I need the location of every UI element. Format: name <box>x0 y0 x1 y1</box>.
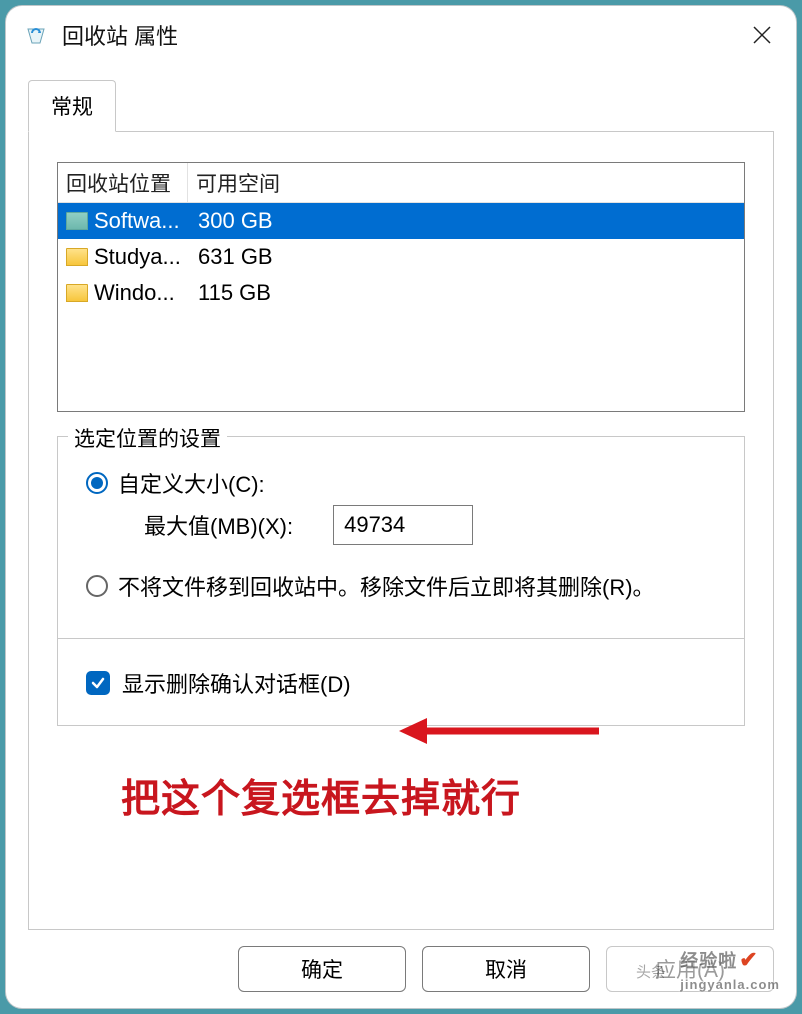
tab-content: 回收站位置 可用空间 Softwa... 300 GB Studya... 63… <box>28 132 774 930</box>
list-header: 回收站位置 可用空间 <box>58 163 744 203</box>
folder-icon <box>66 212 88 230</box>
row-name: Windo... <box>94 280 188 306</box>
radio-icon <box>86 575 108 597</box>
group-title: 选定位置的设置 <box>68 423 227 453</box>
list-row[interactable]: Windo... 115 GB <box>58 275 744 311</box>
checkbox-confirm-delete[interactable]: 显示删除确认对话框(D) <box>86 667 722 699</box>
list-row[interactable]: Softwa... 300 GB <box>58 203 744 239</box>
radio-label: 自定义大小(C): <box>118 467 265 499</box>
dialog-button-row: 确定 取消 应用(A) <box>6 930 796 1008</box>
folder-icon <box>66 248 88 266</box>
checkbox-icon <box>86 671 110 695</box>
annotation-caption: 把这个复选框去掉就行 <box>121 768 521 824</box>
close-button[interactable] <box>740 13 784 57</box>
row-name: Softwa... <box>94 208 188 234</box>
titlebar: 回收站 属性 <box>6 6 796 64</box>
radio-icon <box>86 472 108 494</box>
max-size-input[interactable]: 49734 <box>333 505 473 545</box>
watermark-prefix: 头条 <box>636 961 666 982</box>
annotation-arrow-icon <box>399 706 599 756</box>
watermark: 经验啦✔ jingyanla.com <box>680 947 780 994</box>
row-space: 631 GB <box>188 244 273 270</box>
row-name: Studya... <box>94 244 188 270</box>
close-icon <box>753 26 771 44</box>
radio-custom-size[interactable]: 自定义大小(C): <box>86 467 722 499</box>
cancel-button[interactable]: 取消 <box>422 946 590 992</box>
folder-icon <box>66 284 88 302</box>
tab-strip: 常规 <box>28 82 774 132</box>
col-header-space[interactable]: 可用空间 <box>188 163 744 203</box>
divider <box>58 638 744 639</box>
tab-general[interactable]: 常规 <box>28 80 116 132</box>
recycle-bin-icon <box>24 23 48 47</box>
watermark-site: jingyanla.com <box>680 977 780 992</box>
watermark-brand: 经验啦 <box>680 951 737 971</box>
checkbox-label: 显示删除确认对话框(D) <box>122 667 351 699</box>
window-title: 回收站 属性 <box>62 19 740 51</box>
list-row[interactable]: Studya... 631 GB <box>58 239 744 275</box>
row-space: 300 GB <box>188 208 273 234</box>
max-size-row: 最大值(MB)(X): 49734 <box>144 505 722 545</box>
radio-label: 不将文件移到回收站中。移除文件后立即将其删除(R)。 <box>118 571 655 604</box>
radio-dont-move[interactable]: 不将文件移到回收站中。移除文件后立即将其删除(R)。 <box>86 571 722 604</box>
drive-list[interactable]: 回收站位置 可用空间 Softwa... 300 GB Studya... 63… <box>57 162 745 412</box>
settings-group: 选定位置的设置 自定义大小(C): 最大值(MB)(X): 49734 不将文件… <box>57 436 745 726</box>
ok-button[interactable]: 确定 <box>238 946 406 992</box>
row-space: 115 GB <box>188 280 271 306</box>
col-header-location[interactable]: 回收站位置 <box>58 163 188 203</box>
max-size-label: 最大值(MB)(X): <box>144 509 293 541</box>
dialog-recycle-bin-properties: 回收站 属性 常规 回收站位置 可用空间 Softwa... 300 GB <box>6 6 796 1008</box>
